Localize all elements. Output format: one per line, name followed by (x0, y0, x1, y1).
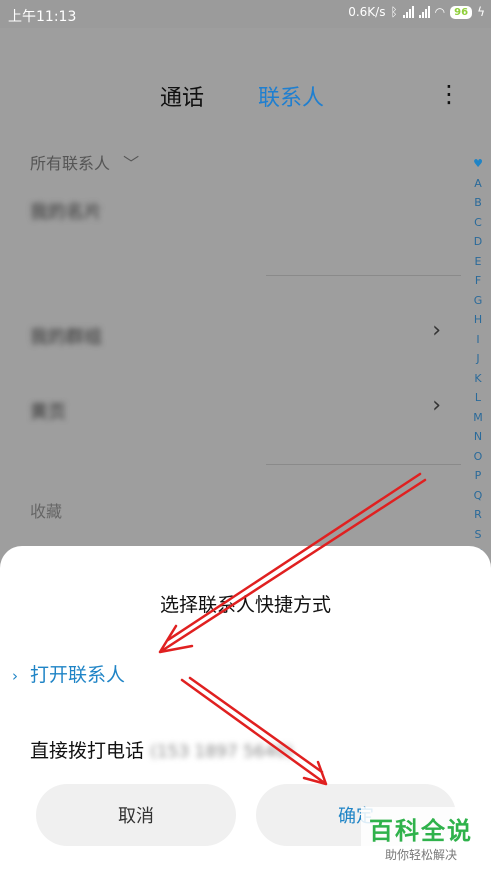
status-icons: 0.6K/s ᛒ ◠ 96 ϟ (348, 5, 485, 19)
index-letter-i[interactable]: I (471, 330, 485, 350)
divider (266, 275, 461, 276)
index-letter-g[interactable]: G (471, 291, 485, 311)
index-letter-b[interactable]: B (471, 193, 485, 213)
my-groups-row[interactable]: 我的群组 (30, 323, 102, 349)
my-card-row[interactable]: 我的名片 (30, 198, 102, 224)
cancel-button[interactable]: 取消 (36, 784, 236, 846)
selected-chevron-icon: › (12, 667, 18, 685)
index-letter-d[interactable]: D (471, 232, 485, 252)
index-letter-k[interactable]: K (471, 369, 485, 389)
wifi-icon: ◠ (434, 5, 446, 19)
my-groups-label: 我的群组 (30, 327, 102, 348)
charging-icon: ϟ (477, 5, 485, 19)
index-letter-m[interactable]: M (471, 408, 485, 428)
watermark-title: 百科全说 (369, 817, 473, 845)
more-options-icon[interactable]: ⋮ (437, 80, 461, 108)
network-speed: 0.6K/s (348, 5, 386, 19)
filter-label: 所有联系人 (30, 154, 111, 173)
chevron-right-icon: › (432, 318, 441, 343)
option-direct-dial-label: 直接拨打电话 (30, 740, 145, 762)
option-direct-dial[interactable]: 直接拨打电话 (153 1897 5640) (30, 736, 293, 763)
chevron-down-icon: ﹀ (123, 154, 140, 173)
index-letter-o[interactable]: O (471, 447, 485, 467)
index-letter-c[interactable]: C (471, 213, 485, 233)
phone-number-blurred: (153 1897 5640) (150, 742, 294, 762)
favorites-header: 收藏 (30, 502, 63, 521)
index-letter-f[interactable]: F (471, 271, 485, 291)
index-letter-n[interactable]: N (471, 427, 485, 447)
index-letter-j[interactable]: J (471, 349, 485, 369)
signal-icon (402, 6, 414, 18)
chevron-right-icon: › (432, 393, 441, 418)
index-letter-p[interactable]: P (471, 466, 485, 486)
battery-icon: 96 (450, 5, 473, 19)
index-letter-a[interactable]: A (471, 174, 485, 194)
watermark-subtitle: 助你轻松解决 (384, 848, 457, 862)
signal-icon-2 (418, 6, 430, 18)
tab-bar: 通话 联系人 ⋮ (0, 80, 491, 112)
status-time: 上午11:13 (8, 9, 77, 25)
divider (266, 464, 461, 465)
tab-calls[interactable]: 通话 (160, 80, 204, 112)
yellow-pages-row[interactable]: 黄页 (30, 398, 66, 424)
yellow-pages-label: 黄页 (30, 402, 66, 423)
index-letter-s[interactable]: S (471, 525, 485, 545)
watermark-logo: 百科全说 助你轻松解决 (361, 807, 481, 867)
index-letter-q[interactable]: Q (471, 486, 485, 506)
index-letters[interactable]: ABCDEFGHIJKLMNOPQRSTU (471, 174, 485, 584)
favorites-heart-icon[interactable]: ♥ (471, 154, 485, 174)
index-letter-e[interactable]: E (471, 252, 485, 272)
index-letter-l[interactable]: L (471, 388, 485, 408)
option-open-contacts-label: 打开联系人 (30, 664, 126, 686)
contacts-filter[interactable]: 所有联系人 ﹀ (30, 150, 139, 174)
dialog-title: 选择联系人快捷方式 (159, 594, 331, 616)
tab-contacts[interactable]: 联系人 (258, 80, 324, 112)
status-bar: 上午11:13 0.6K/s ᛒ ◠ 96 ϟ (0, 0, 491, 28)
bluetooth-icon: ᛒ (390, 5, 398, 19)
option-open-contacts[interactable]: › 打开联系人 (12, 660, 125, 687)
my-card-label: 我的名片 (30, 202, 102, 223)
index-letter-h[interactable]: H (471, 310, 485, 330)
index-letter-r[interactable]: R (471, 505, 485, 525)
alphabet-index[interactable]: ♥ ABCDEFGHIJKLMNOPQRSTU (471, 154, 485, 583)
